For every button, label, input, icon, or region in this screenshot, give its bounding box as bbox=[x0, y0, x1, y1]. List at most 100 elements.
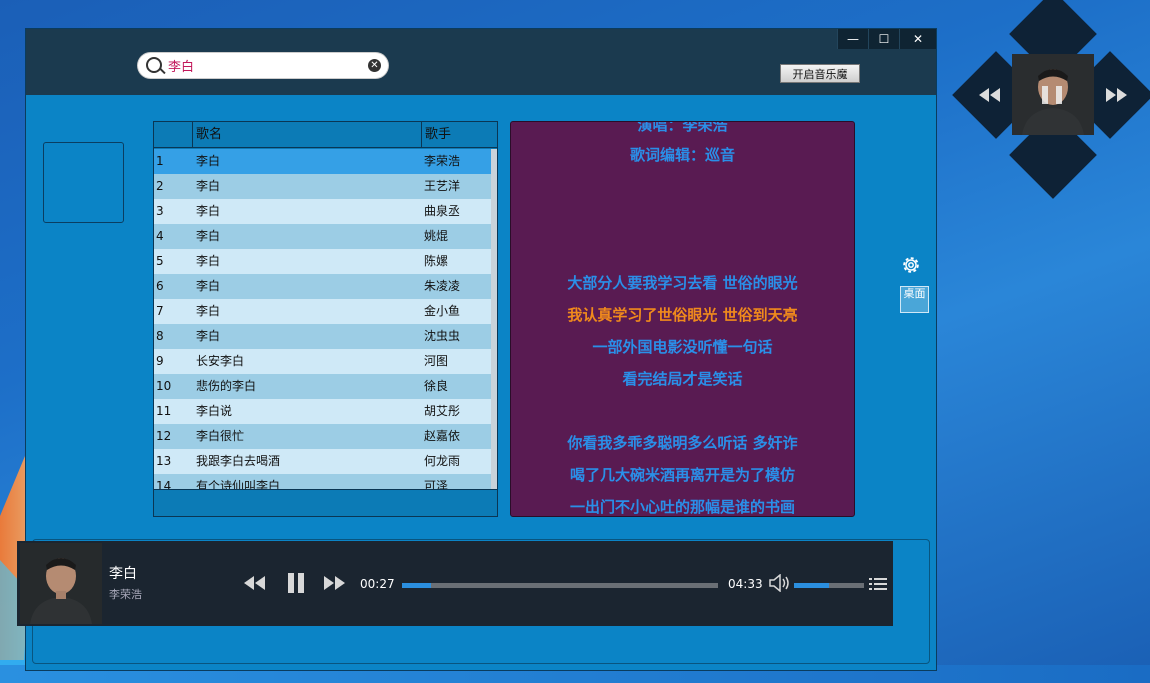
song-index: 13 bbox=[156, 454, 172, 468]
volume-fill bbox=[794, 583, 829, 588]
pause-icon[interactable] bbox=[286, 572, 306, 594]
song-name: 我跟李白去喝酒 bbox=[196, 454, 281, 468]
track-title: 李白 bbox=[109, 566, 137, 582]
song-name: 李白 bbox=[196, 279, 221, 293]
song-name: 李白很忙 bbox=[196, 429, 245, 443]
lyric-line: 大部分人要我学习去看 世俗的眼光 bbox=[567, 274, 798, 292]
song-name: 李白 bbox=[196, 204, 221, 218]
title-bar[interactable]: ✕ — ☐ ✕ 开启音乐魔 bbox=[26, 29, 936, 95]
scrollbar-thumb[interactable] bbox=[491, 149, 497, 489]
song-artist: 王艺洋 bbox=[424, 179, 461, 193]
table-row[interactable]: 4 李白 姚焜 bbox=[154, 224, 491, 249]
song-name: 悲伤的李白 bbox=[196, 379, 257, 393]
table-scrollbar[interactable] bbox=[491, 149, 497, 489]
song-index: 3 bbox=[156, 204, 164, 218]
song-artist: 曲泉丞 bbox=[424, 204, 461, 218]
player-bar: 李白 李荣浩 00:27 04:33 bbox=[17, 541, 893, 626]
song-name: 李白说 bbox=[196, 404, 233, 418]
album-cover-placeholder bbox=[43, 142, 124, 223]
song-artist: 金小鱼 bbox=[424, 304, 461, 318]
player-album-cover bbox=[20, 543, 102, 624]
table-row[interactable]: 12 李白很忙 赵嘉依 bbox=[154, 424, 491, 449]
table-row[interactable]: 10 悲伤的李白 徐良 bbox=[154, 374, 491, 399]
song-artist: 陈嫘 bbox=[424, 254, 449, 268]
table-row[interactable]: 2 李白 王艺洋 bbox=[154, 174, 491, 199]
table-row[interactable]: 14 有个诗仙叫李白 可泽 bbox=[154, 474, 491, 489]
song-artist: 李荣浩 bbox=[424, 154, 461, 168]
clear-icon[interactable]: ✕ bbox=[368, 59, 381, 72]
song-artist: 赵嘉依 bbox=[424, 429, 461, 443]
mini-prev-icon[interactable] bbox=[978, 87, 1002, 103]
table-row[interactable]: 1 李白 李荣浩 bbox=[154, 149, 491, 174]
table-row[interactable]: 11 李白说 胡艾彤 bbox=[154, 399, 491, 424]
lyric-line: 喝了几大碗米酒再离开是为了模仿 bbox=[569, 466, 795, 484]
song-name: 李白 bbox=[196, 229, 221, 243]
song-index: 12 bbox=[156, 429, 172, 443]
prev-icon[interactable] bbox=[243, 575, 267, 591]
song-name: 李白 bbox=[196, 254, 221, 268]
lyric-line: 演唱：李荣浩 bbox=[637, 121, 728, 134]
song-artist: 河图 bbox=[424, 354, 449, 368]
maximize-button[interactable]: ☐ bbox=[868, 29, 899, 49]
song-name: 有个诗仙叫李白 bbox=[196, 479, 281, 489]
lyrics-panel: 演唱：李荣浩 歌词编辑：巡音 大部分人要我学习去看 世俗的眼光 我认真学习了世俗眼光 … bbox=[510, 121, 855, 517]
song-index: 9 bbox=[156, 354, 164, 368]
song-artist: 徐良 bbox=[424, 379, 449, 393]
mini-player-widget bbox=[952, 0, 1150, 199]
song-index: 5 bbox=[156, 254, 164, 268]
song-name: 长安李白 bbox=[196, 354, 245, 368]
song-artist: 姚焜 bbox=[424, 229, 449, 243]
lyric-line: 看完结局才是笑话 bbox=[622, 370, 743, 388]
column-header-name[interactable]: 歌名 bbox=[193, 122, 422, 148]
song-artist: 朱凌凌 bbox=[424, 279, 461, 293]
track-artist: 李荣浩 bbox=[109, 588, 142, 601]
table-row[interactable]: 9 长安李白 河图 bbox=[154, 349, 491, 374]
song-index: 14 bbox=[156, 479, 172, 489]
playlist-icon[interactable] bbox=[869, 577, 887, 591]
table-row[interactable]: 8 李白 沈虫虫 bbox=[154, 324, 491, 349]
table-footer-line bbox=[154, 489, 497, 490]
lyric-line: 歌词编辑：巡音 bbox=[629, 146, 735, 164]
song-index: 11 bbox=[156, 404, 172, 418]
mini-album-cover[interactable] bbox=[1012, 54, 1094, 135]
search-input[interactable] bbox=[168, 56, 358, 75]
column-header-artist[interactable]: 歌手 bbox=[422, 122, 497, 148]
song-index: 10 bbox=[156, 379, 172, 393]
gear-icon[interactable] bbox=[900, 254, 922, 276]
song-name: 李白 bbox=[196, 179, 221, 193]
progress-bar[interactable] bbox=[402, 583, 718, 588]
song-index: 4 bbox=[156, 229, 164, 243]
close-button[interactable]: ✕ bbox=[899, 29, 936, 49]
desktop-lyrics-button[interactable]: 桌面 bbox=[900, 286, 929, 313]
search-box[interactable]: ✕ bbox=[138, 53, 388, 78]
table-row[interactable]: 3 李白 曲泉丞 bbox=[154, 199, 491, 224]
table-row[interactable]: 6 李白 朱凌凌 bbox=[154, 274, 491, 299]
music-magic-button[interactable]: 开启音乐魔 bbox=[780, 64, 860, 83]
song-index: 2 bbox=[156, 179, 164, 193]
table-row[interactable]: 13 我跟李白去喝酒 何龙雨 bbox=[154, 449, 491, 474]
song-artist: 沈虫虫 bbox=[424, 329, 461, 343]
song-artist: 胡艾彤 bbox=[424, 404, 461, 418]
table-row[interactable]: 7 李白 金小鱼 bbox=[154, 299, 491, 324]
window-controls: — ☐ ✕ bbox=[837, 29, 936, 49]
volume-icon[interactable] bbox=[769, 574, 791, 592]
total-time: 04:33 bbox=[728, 577, 763, 591]
song-artist: 何龙雨 bbox=[424, 454, 461, 468]
song-name: 李白 bbox=[196, 154, 221, 168]
mini-pause-icon bbox=[1042, 86, 1048, 104]
column-header-index bbox=[154, 122, 193, 148]
song-index: 1 bbox=[156, 154, 164, 168]
lyric-line: 一部外国电影没听懂一句话 bbox=[592, 338, 773, 356]
minimize-button[interactable]: — bbox=[837, 29, 868, 49]
volume-slider[interactable] bbox=[794, 583, 864, 588]
song-index: 7 bbox=[156, 304, 164, 318]
table-row[interactable]: 5 李白 陈嫘 bbox=[154, 249, 491, 274]
song-rows: 1 李白 李荣浩 2 李白 王艺洋 3 李白 曲泉丞 4 李白 姚焜 5 李白 陈嫘 6 李白 朱凌凌 7 李白 金小鱼… bbox=[154, 149, 491, 489]
lyric-line: 你看我多乖多聪明多么听话 多奸诈 bbox=[567, 434, 798, 452]
next-icon[interactable] bbox=[322, 575, 346, 591]
lyric-line: 一出门不小心吐的那幅是谁的书画 bbox=[569, 498, 795, 516]
mini-next-icon[interactable] bbox=[1104, 87, 1128, 103]
song-results-table: 歌名 歌手 1 李白 李荣浩 2 李白 王艺洋 3 李白 曲泉丞 4 李白 姚焜 5 李白 陈嫘 6 李白 朱凌凌… bbox=[153, 121, 498, 517]
search-icon[interactable] bbox=[146, 57, 162, 73]
progress-fill bbox=[402, 583, 432, 588]
